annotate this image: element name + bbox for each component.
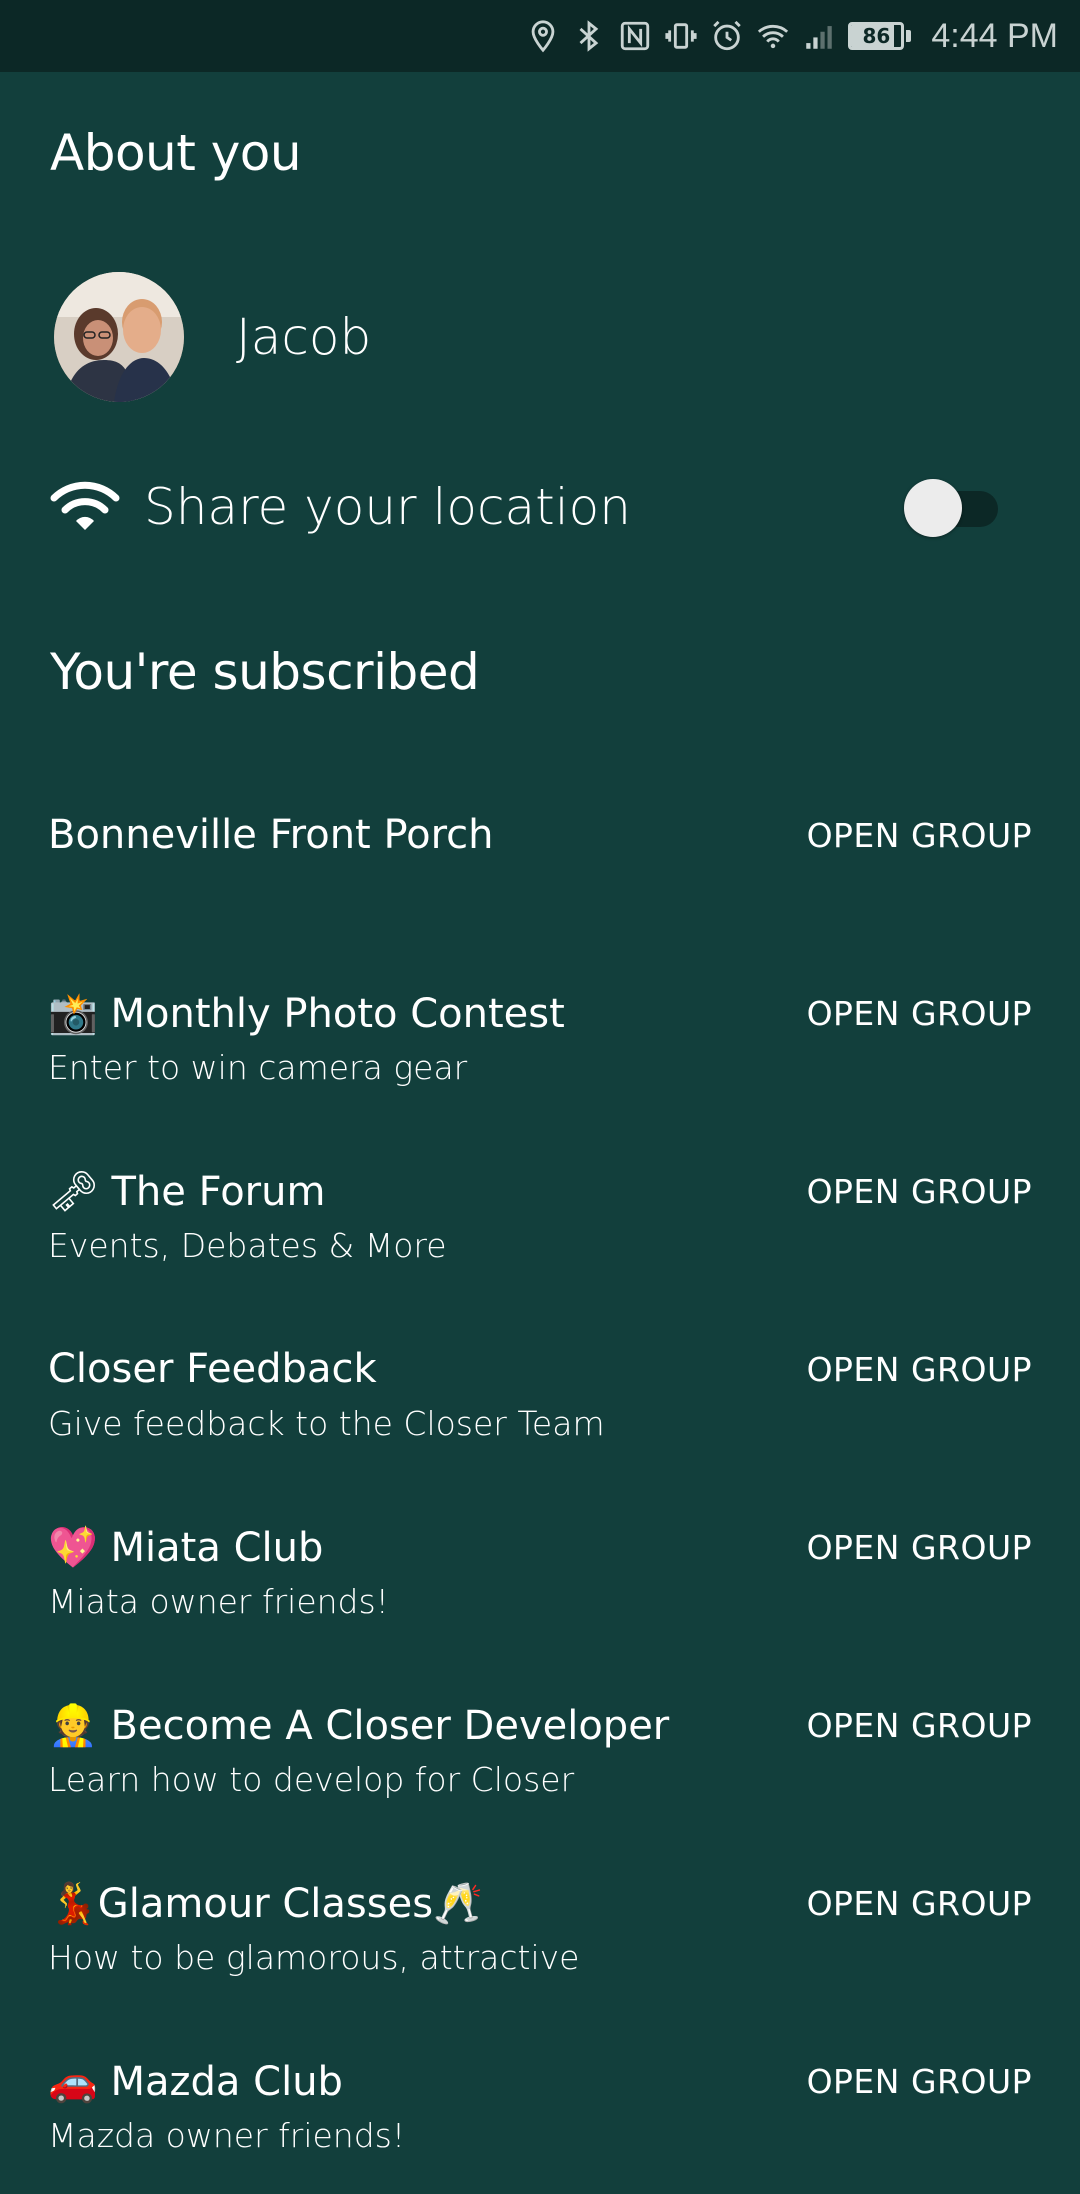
open-group-button[interactable]: OPEN GROUP [807, 1884, 1032, 1923]
list-item[interactable]: Closer Feedback Give feedback to the Clo… [0, 1304, 1080, 1482]
group-subtitle: Events, Debates & More [48, 1226, 447, 1265]
list-item[interactable]: 📸 Monthly Photo Contest Enter to win cam… [0, 948, 1080, 1126]
share-location-toggle[interactable] [904, 477, 998, 537]
group-list: Bonneville Front Porch OPEN GROUP 📸 Mont… [0, 770, 1080, 2194]
group-subtitle: How to be glamorous, attractive [48, 1938, 580, 1977]
alarm-icon [710, 17, 744, 55]
group-title: Bonneville Front Porch [48, 812, 494, 858]
bluetooth-icon [572, 17, 606, 55]
open-group-button[interactable]: OPEN GROUP [807, 1528, 1032, 1567]
open-group-button[interactable]: OPEN GROUP [807, 1172, 1032, 1211]
open-group-button[interactable]: OPEN GROUP [807, 994, 1032, 1033]
list-item[interactable]: 💃Glamour Classes🥂 How to be glamorous, a… [0, 1838, 1080, 2016]
nfc-icon [618, 17, 652, 55]
group-subtitle: Mazda owner friends! [48, 2116, 406, 2155]
toggle-knob [904, 479, 962, 537]
signal-icon [802, 17, 836, 55]
group-subtitle: Enter to win camera gear [48, 1048, 468, 1087]
about-section-title: About you [50, 124, 302, 182]
share-location-label: Share your location [144, 478, 631, 536]
subscribed-section-title: You're subscribed [50, 643, 480, 701]
battery-level: 86 [862, 24, 891, 48]
avatar[interactable] [54, 272, 184, 402]
battery-icon: 86 [848, 22, 912, 50]
open-group-button[interactable]: OPEN GROUP [807, 1706, 1032, 1745]
wifi-icon [50, 481, 120, 530]
group-title: Closer Feedback [48, 1346, 377, 1392]
open-group-button[interactable]: OPEN GROUP [807, 2062, 1032, 2101]
group-title: 💖 Miata Club [48, 1525, 324, 1571]
status-clock: 4:44 PM [931, 16, 1058, 55]
list-item[interactable]: 💖 Miata Club Miata owner friends! OPEN G… [0, 1482, 1080, 1660]
list-item[interactable]: 🚗 Mazda Club Mazda owner friends! OPEN G… [0, 2016, 1080, 2194]
open-group-button[interactable]: OPEN GROUP [807, 816, 1032, 855]
location-icon [526, 17, 560, 55]
group-title: 🚗 Mazda Club [48, 2059, 343, 2105]
list-item[interactable]: 👷 Become A Closer Developer Learn how to… [0, 1660, 1080, 1838]
list-item[interactable]: Bonneville Front Porch OPEN GROUP [0, 770, 1080, 948]
group-title: 💃Glamour Classes🥂 [48, 1881, 483, 1927]
group-title: 🗝 The Forum [48, 1169, 326, 1215]
user-name: Jacob [236, 308, 372, 366]
group-title: 📸 Monthly Photo Contest [48, 991, 565, 1037]
group-subtitle: Learn how to develop for Closer [48, 1760, 575, 1799]
list-item[interactable]: 🗝 The Forum Events, Debates & More OPEN … [0, 1126, 1080, 1304]
status-bar: 86 4:44 PM [0, 0, 1080, 72]
group-subtitle: Miata owner friends! [48, 1582, 389, 1621]
wifi-icon [756, 17, 790, 55]
open-group-button[interactable]: OPEN GROUP [807, 1350, 1032, 1389]
group-subtitle: Give feedback to the Closer Team [48, 1404, 605, 1443]
vibrate-icon [664, 17, 698, 55]
group-title: 👷 Become A Closer Developer [48, 1703, 670, 1749]
